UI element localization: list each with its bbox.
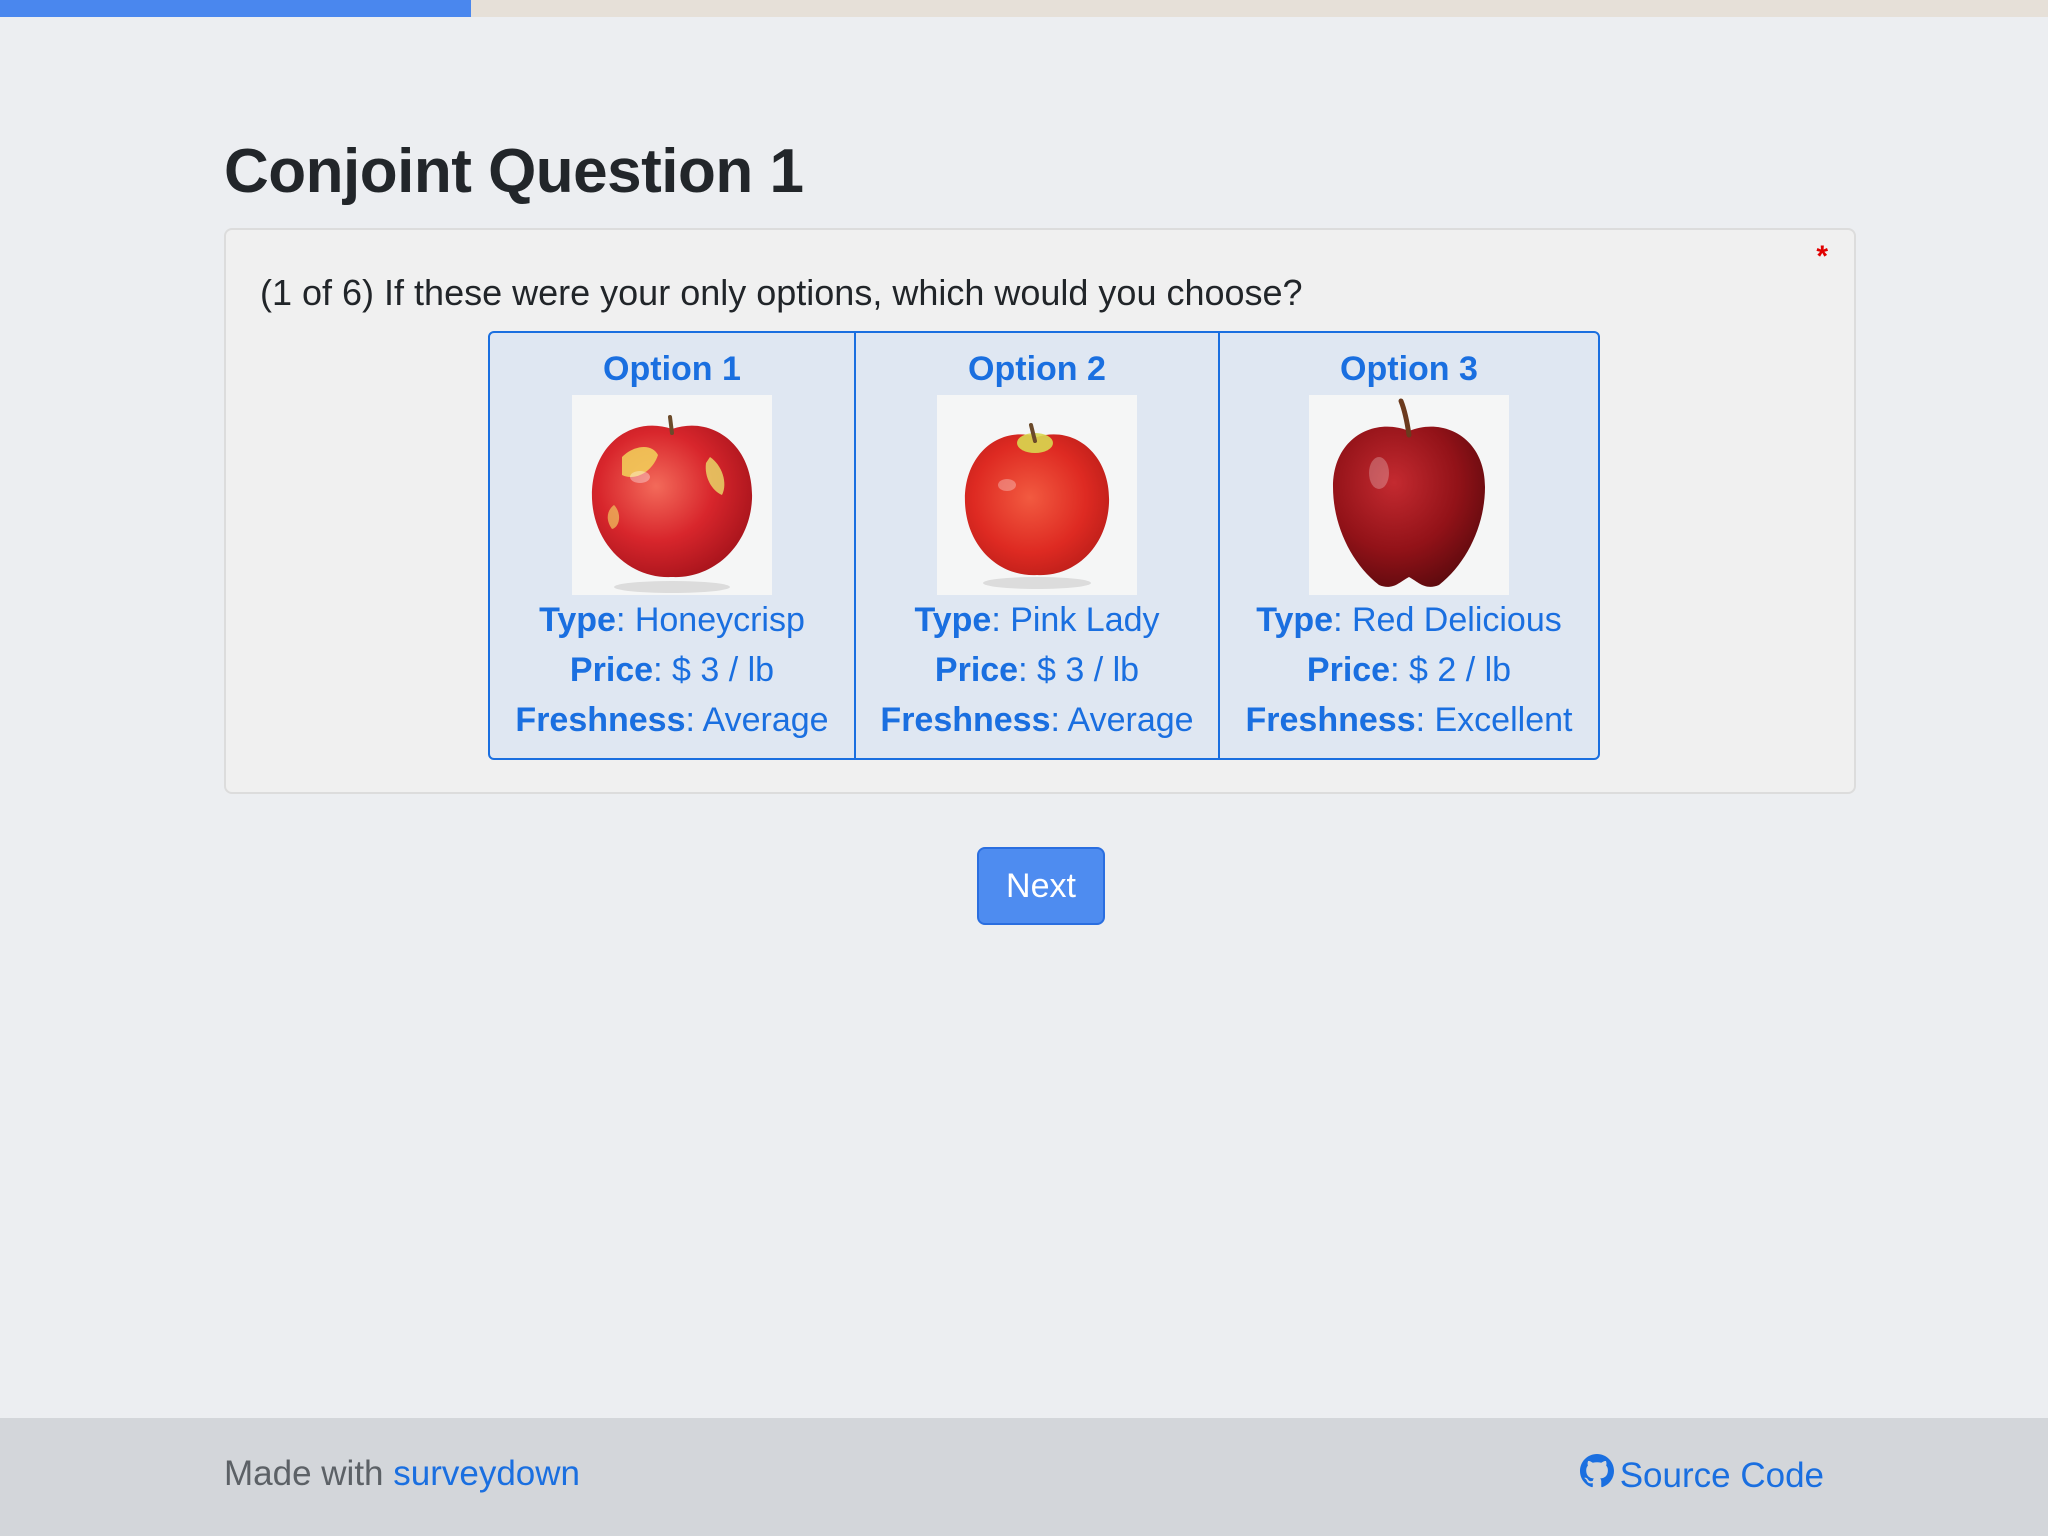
next-button[interactable]: Next bbox=[977, 847, 1105, 925]
pink-lady-apple-image bbox=[937, 395, 1137, 595]
surveydown-link[interactable]: surveydown bbox=[393, 1454, 580, 1493]
option-title: Option 1 bbox=[603, 350, 741, 388]
freshness-value: : Average bbox=[1050, 701, 1194, 739]
question-text: (1 of 6) If these were your only options… bbox=[260, 272, 1303, 313]
honeycrisp-apple-image bbox=[572, 395, 772, 595]
progress-bar bbox=[0, 0, 2048, 17]
freshness-label: Freshness bbox=[1245, 701, 1416, 739]
freshness-value: : Average bbox=[685, 701, 829, 739]
option-1-price: Price: $ 3 / lb bbox=[490, 645, 854, 695]
option-3-type: Type: Red Delicious bbox=[1220, 595, 1598, 645]
option-title: Option 3 bbox=[1340, 350, 1478, 388]
price-label: Price bbox=[934, 651, 1019, 689]
options-table: Option 1 Type: Honeycrisp Price: $ 3 / l… bbox=[488, 331, 1600, 760]
footer-made-with: Made with surveydown bbox=[224, 1454, 580, 1494]
question-card: * (1 of 6) If these were your only optio… bbox=[224, 228, 1856, 794]
type-label: Type bbox=[539, 601, 616, 639]
footer-made-with-text: Made with bbox=[224, 1454, 394, 1493]
option-2-card[interactable]: Option 2 Type: Pink Lady Price: $ 3 / lb… bbox=[854, 333, 1218, 758]
price-value: : $ 2 / lb bbox=[1390, 651, 1512, 689]
option-2-freshness: Freshness: Average bbox=[856, 695, 1218, 745]
required-marker: * bbox=[1816, 240, 1828, 273]
option-3-freshness: Freshness: Excellent bbox=[1220, 695, 1598, 745]
page-title: Conjoint Question 1 bbox=[224, 137, 804, 206]
type-label: Type bbox=[1256, 601, 1334, 639]
price-label: Price bbox=[1306, 651, 1391, 689]
source-code-link[interactable]: Source Code bbox=[1579, 1454, 1824, 1497]
type-value: : Red Delicious bbox=[1333, 601, 1562, 639]
option-2-price: Price: $ 3 / lb bbox=[856, 645, 1218, 695]
option-3-price: Price: $ 2 / lb bbox=[1220, 645, 1598, 695]
price-label: Price bbox=[569, 651, 654, 689]
type-value: : Pink Lady bbox=[991, 601, 1160, 639]
price-value: : $ 3 / lb bbox=[1018, 651, 1140, 689]
progress-bar-fill bbox=[0, 0, 472, 17]
footer: Made with surveydown Source Code bbox=[0, 1418, 2048, 1536]
freshness-label: Freshness bbox=[880, 701, 1051, 739]
github-icon bbox=[1579, 1454, 1614, 1497]
type-value: : Honeycrisp bbox=[615, 601, 805, 639]
option-1-card[interactable]: Option 1 Type: Honeycrisp Price: $ 3 / l… bbox=[490, 333, 854, 758]
freshness-value: : Excellent bbox=[1415, 701, 1573, 739]
option-1-type: Type: Honeycrisp bbox=[490, 595, 854, 645]
red-delicious-apple-image bbox=[1309, 395, 1509, 595]
source-code-label: Source Code bbox=[1619, 1455, 1824, 1495]
type-label: Type bbox=[914, 601, 992, 639]
option-2-type: Type: Pink Lady bbox=[856, 595, 1218, 645]
option-title: Option 2 bbox=[968, 350, 1106, 388]
option-1-freshness: Freshness: Average bbox=[490, 695, 854, 745]
price-value: : $ 3 / lb bbox=[653, 651, 775, 689]
option-3-card[interactable]: Option 3 Type: Red Delicious Price: $ 2 … bbox=[1218, 333, 1598, 758]
freshness-label: Freshness bbox=[515, 701, 686, 739]
